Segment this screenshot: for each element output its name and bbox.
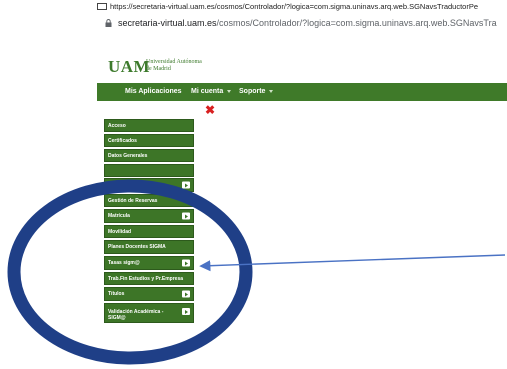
menu-item-label: Certificados xyxy=(108,137,137,144)
menu-item-movilidad[interactable]: Movilidad xyxy=(104,225,194,238)
logo-name-line1: Universidad Autónoma xyxy=(146,59,202,65)
pointer-arrow xyxy=(199,254,506,272)
menu-item-label: Gestión de Reservas xyxy=(108,197,158,204)
url-text[interactable]: secretaria-virtual.uam.es/cosmos/Control… xyxy=(118,15,497,31)
nav-soporte[interactable]: Soporte xyxy=(239,88,274,95)
address-bar[interactable]: secretaria-virtual.uam.es/cosmos/Control… xyxy=(0,15,507,31)
menu-item-label: Datos Generales xyxy=(108,152,148,159)
menu-item-hidden[interactable] xyxy=(104,164,194,177)
arrow-right-icon xyxy=(182,259,190,267)
arrow-right-icon xyxy=(182,212,190,220)
browser-title-bar: https://secretaria-virtual.uam.es/cosmos… xyxy=(0,0,507,14)
menu-item-gestion-reservas[interactable]: Gestión de Reservas xyxy=(104,194,194,207)
nav-mis-aplicaciones[interactable]: Mis Aplicaciones xyxy=(125,88,182,95)
menu-item-label: Validación Académica - SIGM@ xyxy=(108,309,164,321)
menu-item-planes-docentes[interactable]: Planes Docentes SIGMA xyxy=(104,240,194,254)
browser-title-text: https://secretaria-virtual.uam.es/cosmos… xyxy=(110,2,479,11)
menu-item-label: Expedientes Sigm@ xyxy=(108,182,156,188)
chevron-down-icon xyxy=(269,89,274,93)
nav-label: Mi cuenta xyxy=(191,88,224,95)
menu-item-tasas[interactable]: Tasas sigm@ xyxy=(104,256,194,270)
menu-item-titulos[interactable]: Títulos xyxy=(104,287,194,301)
nav-label: Mis Aplicaciones xyxy=(125,88,182,95)
menu-item-label: Trab.Fin Estudios y Pr.Empresa xyxy=(108,275,184,282)
annotation-overlay xyxy=(7,179,506,365)
menu-item-label: Planes Docentes SIGMA xyxy=(108,244,166,250)
logo-name-line2: de Madrid xyxy=(146,66,171,72)
arrow-right-icon xyxy=(182,308,190,315)
top-navigation: Mis Aplicaciones Mi cuenta Soporte xyxy=(97,83,507,101)
arrow-right-icon xyxy=(182,290,190,298)
menu-item-matricula[interactable]: Matrícula xyxy=(104,209,194,223)
menu-item-label: Matrícula xyxy=(108,213,130,219)
logo-name: Universidad Autónoma de Madrid xyxy=(146,59,202,73)
window-icon xyxy=(97,3,107,10)
menu-item-label: Acceso xyxy=(108,122,126,129)
menu-item-label: Títulos xyxy=(108,291,125,297)
menu-item-trab-fin-estudios[interactable]: Trab.Fin Estudios y Pr.Empresa xyxy=(104,272,194,285)
menu-item-certificados[interactable]: Certificados xyxy=(104,134,194,147)
arrow-right-icon xyxy=(182,181,190,189)
menu-item-label: Tasas sigm@ xyxy=(108,260,140,266)
logo-mark: UAM xyxy=(108,57,151,76)
nav-label: Soporte xyxy=(239,88,266,95)
close-icon[interactable]: ✖ xyxy=(205,104,215,116)
menu-item-expedientes[interactable]: Expedientes Sigm@ xyxy=(104,178,194,192)
chevron-down-icon xyxy=(227,89,232,93)
lock-icon xyxy=(105,19,112,27)
menu-item-datos-generales[interactable]: Datos Generales xyxy=(104,149,194,162)
menu-item-acceso[interactable]: Acceso xyxy=(104,119,194,132)
menu-item-validacion-academica[interactable]: Validación Académica - SIGM@ xyxy=(104,303,194,323)
nav-mi-cuenta[interactable]: Mi cuenta xyxy=(191,88,232,95)
url-path: /cosmos/Controlador/?logica=com.sigma.un… xyxy=(216,18,497,28)
menu-item-label: Movilidad xyxy=(108,228,132,235)
url-host: secretaria-virtual.uam.es xyxy=(118,18,217,28)
